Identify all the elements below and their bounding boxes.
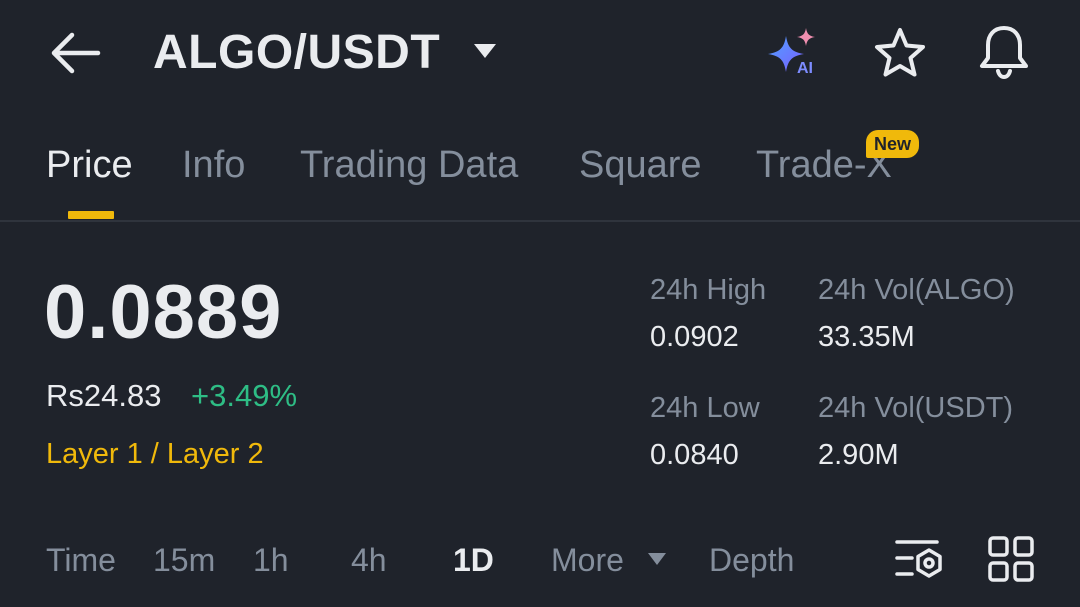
ai-sparkle-icon[interactable]: AI bbox=[764, 26, 824, 78]
24h-vol-base-value: 33.35M bbox=[818, 321, 915, 353]
pair-title[interactable]: ALGO/USDT bbox=[153, 24, 440, 82]
24h-vol-base-label: 24h Vol(ALGO) bbox=[818, 274, 1015, 306]
chart-settings-icon[interactable] bbox=[894, 536, 944, 582]
tab-info[interactable]: Info bbox=[182, 142, 245, 188]
caret-down-icon[interactable] bbox=[472, 42, 498, 60]
24h-high-value: 0.0902 bbox=[650, 321, 739, 353]
tab-price[interactable]: Price bbox=[46, 142, 133, 188]
ai-label: AI bbox=[797, 60, 813, 77]
category-tag[interactable]: Layer 1 / Layer 2 bbox=[46, 434, 264, 474]
last-price: 0.0889 bbox=[44, 270, 283, 355]
interval-1h[interactable]: 1h bbox=[253, 540, 289, 580]
depth-tab[interactable]: Depth bbox=[709, 540, 794, 580]
24h-high-label: 24h High bbox=[650, 274, 767, 306]
tab-divider bbox=[0, 220, 1080, 222]
grid-layout-icon[interactable] bbox=[988, 536, 1034, 582]
caret-down-icon[interactable] bbox=[647, 552, 667, 566]
interval-15m[interactable]: 15m bbox=[153, 540, 215, 580]
price-change-percent: +3.49% bbox=[191, 378, 298, 413]
24h-vol-quote-label: 24h Vol(USDT) bbox=[818, 392, 1014, 424]
star-icon[interactable] bbox=[872, 26, 928, 80]
interval-1d[interactable]: 1D bbox=[453, 540, 494, 580]
24h-low-value: 0.0840 bbox=[650, 439, 739, 471]
interval-time[interactable]: Time bbox=[46, 540, 116, 580]
new-badge: New bbox=[866, 130, 920, 158]
interval-more[interactable]: More bbox=[551, 540, 624, 580]
interval-4h[interactable]: 4h bbox=[351, 540, 387, 580]
24h-vol-quote-value: 2.90M bbox=[818, 439, 899, 471]
bell-icon[interactable] bbox=[976, 24, 1032, 80]
tab-trading-data[interactable]: Trading Data bbox=[300, 142, 518, 188]
back-arrow-icon[interactable] bbox=[48, 30, 102, 76]
fiat-price: Rs24.83 bbox=[46, 378, 162, 413]
active-tab-indicator bbox=[68, 211, 114, 219]
24h-low-label: 24h Low bbox=[650, 392, 760, 424]
tab-square[interactable]: Square bbox=[579, 142, 702, 188]
